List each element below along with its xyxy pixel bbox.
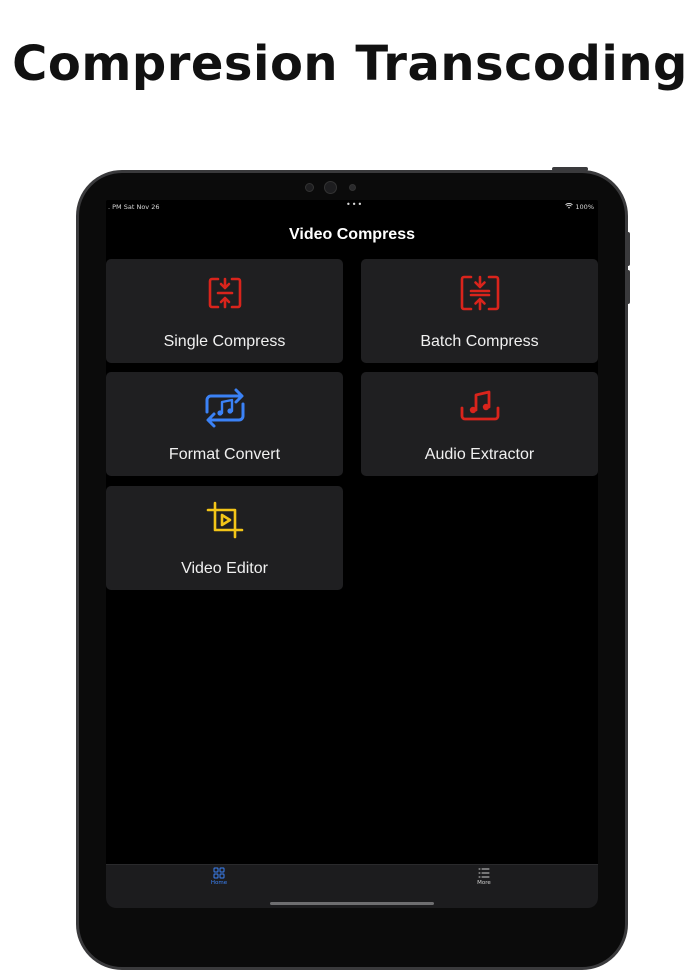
home-indicator[interactable] — [270, 902, 434, 905]
wifi-icon — [565, 202, 575, 211]
grid-icon — [213, 867, 225, 879]
headline: Compresion Transcoding — [12, 36, 688, 92]
card-label: Video Editor — [181, 560, 268, 577]
tab-home-label: Home — [210, 880, 228, 886]
music-convert-icon — [205, 388, 244, 428]
format-convert-card[interactable]: Format Convert — [106, 372, 343, 476]
tab-bar: Home More — [106, 864, 598, 908]
video-editor-card[interactable]: Video Editor — [106, 486, 343, 590]
music-note-icon — [460, 390, 499, 421]
status-time-date: . PM Sat Nov 26 — [108, 203, 160, 211]
volume-up-button — [626, 232, 630, 266]
battery-level: 100% — [575, 203, 594, 211]
light-sensor — [349, 184, 356, 191]
batch-compress-icon — [460, 275, 499, 311]
camera-bar — [0, 180, 700, 196]
batch-compress-card[interactable]: Batch Compress — [361, 259, 598, 363]
single-compress-card[interactable]: Single Compress — [106, 259, 343, 363]
card-label: Batch Compress — [420, 333, 539, 350]
card-label: Format Convert — [168, 446, 281, 463]
tab-home[interactable]: Home — [199, 867, 239, 886]
crop-video-icon — [206, 501, 243, 539]
multitask-dots[interactable]: ••• — [346, 200, 363, 209]
status-battery: 100% — [565, 202, 594, 211]
volume-down-button — [626, 270, 630, 304]
top-button — [552, 167, 588, 171]
list-icon — [478, 868, 490, 878]
app-screen: . PM Sat Nov 26 ••• 100% Video Compress … — [106, 200, 598, 908]
tab-more[interactable]: More — [464, 867, 504, 886]
card-label: Single Compress — [163, 333, 286, 350]
compress-icon — [208, 277, 241, 309]
camera-lens — [324, 181, 337, 194]
tab-more-label: More — [477, 880, 491, 886]
audio-extractor-card[interactable]: Audio Extractor — [361, 372, 598, 476]
sensor-dot — [305, 183, 314, 192]
card-label: Audio Extractor — [424, 446, 535, 463]
page-title: Video Compress — [289, 226, 415, 243]
